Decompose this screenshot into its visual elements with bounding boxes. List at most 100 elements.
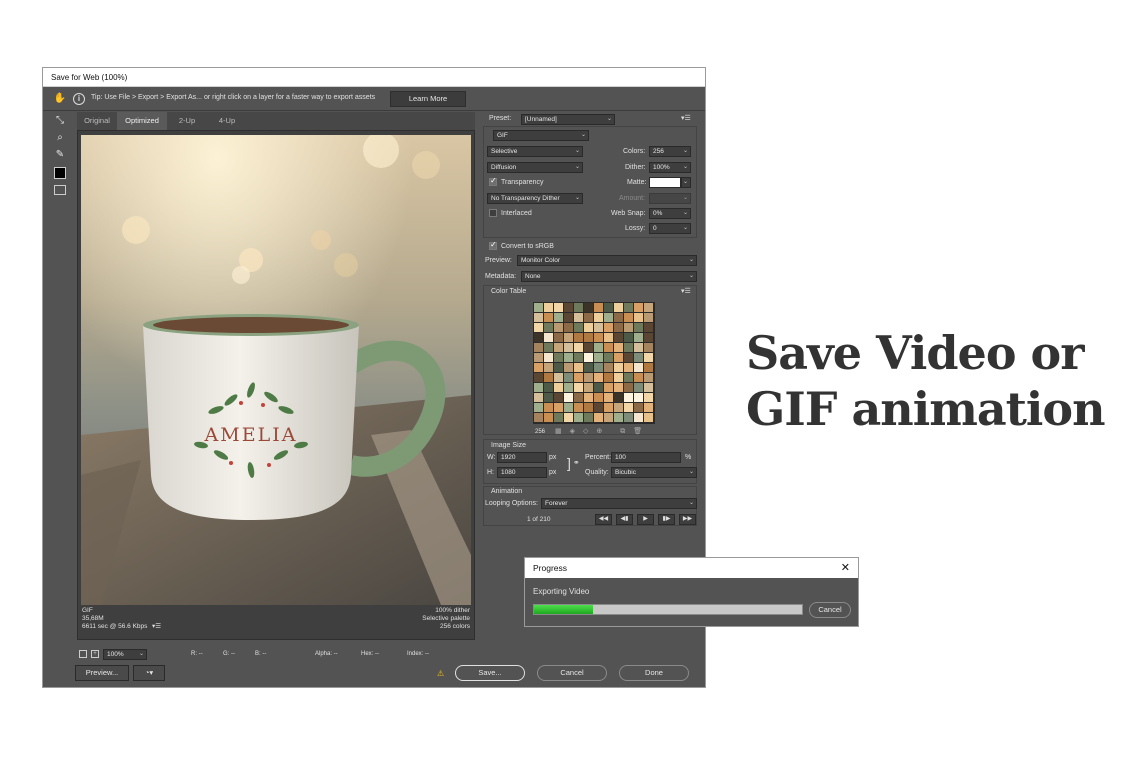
- color-swatch[interactable]: [544, 313, 553, 322]
- preview-button[interactable]: Preview...: [75, 665, 129, 681]
- color-swatch[interactable]: [564, 303, 573, 312]
- color-swatch[interactable]: [574, 313, 583, 322]
- color-swatch[interactable]: [614, 303, 623, 312]
- color-swatch[interactable]: [534, 313, 543, 322]
- color-swatch[interactable]: [614, 363, 623, 372]
- color-swatch[interactable]: [634, 313, 643, 322]
- format-dropdown[interactable]: GIF ⌄: [493, 130, 589, 141]
- zoom-level-dropdown[interactable]: 100% ⌄: [103, 649, 147, 660]
- color-table-menu-icon[interactable]: ▾☰: [681, 287, 691, 295]
- color-swatch[interactable]: [584, 373, 593, 382]
- color-swatch[interactable]: [534, 393, 543, 402]
- color-swatch[interactable]: [614, 403, 623, 412]
- color-swatch[interactable]: [594, 343, 603, 352]
- color-swatch[interactable]: [634, 333, 643, 342]
- color-swatch[interactable]: [644, 383, 653, 392]
- color-swatch[interactable]: [564, 403, 573, 412]
- color-swatch[interactable]: [554, 333, 563, 342]
- color-swatch[interactable]: [594, 323, 603, 332]
- color-swatch[interactable]: [614, 383, 623, 392]
- color-swatch[interactable]: [624, 383, 633, 392]
- last-frame-icon[interactable]: ▶▶: [679, 514, 696, 525]
- percent-field[interactable]: 100: [611, 452, 681, 463]
- color-swatch[interactable]: [594, 413, 603, 422]
- color-swatch[interactable]: [554, 343, 563, 352]
- color-swatch[interactable]: [534, 323, 543, 332]
- color-swatch[interactable]: [614, 393, 623, 402]
- amount-field[interactable]: ⌄: [649, 193, 691, 204]
- color-swatch[interactable]: [554, 413, 563, 422]
- color-swatch[interactable]: [564, 363, 573, 372]
- color-swatch[interactable]: [534, 413, 543, 422]
- color-swatch[interactable]: [534, 363, 543, 372]
- color-swatch[interactable]: [574, 413, 583, 422]
- preset-menu-icon[interactable]: ▾☰: [681, 114, 691, 122]
- lossy-field[interactable]: 0 ⌄: [649, 223, 691, 234]
- color-swatch[interactable]: [554, 383, 563, 392]
- preview-color-dropdown[interactable]: Monitor Color ⌄: [517, 255, 697, 266]
- progress-cancel-button[interactable]: Cancel: [809, 602, 851, 618]
- color-swatch[interactable]: [564, 333, 573, 342]
- color-swatch[interactable]: [574, 343, 583, 352]
- color-swatch[interactable]: [574, 363, 583, 372]
- color-swatch[interactable]: [594, 313, 603, 322]
- eyedropper-tool-icon[interactable]: ✎: [53, 148, 67, 162]
- done-button[interactable]: Done: [619, 665, 689, 681]
- constrain-proportions-link-icon[interactable]: ]: [567, 455, 571, 471]
- tab-optimized[interactable]: Optimized: [117, 112, 167, 130]
- color-swatch[interactable]: [534, 343, 543, 352]
- color-swatch[interactable]: [554, 403, 563, 412]
- color-swatch[interactable]: [574, 353, 583, 362]
- color-swatch[interactable]: [544, 343, 553, 352]
- color-swatch[interactable]: [634, 353, 643, 362]
- color-swatch[interactable]: [644, 403, 653, 412]
- color-swatch[interactable]: [584, 383, 593, 392]
- color-swatch[interactable]: [594, 353, 603, 362]
- color-swatch[interactable]: [604, 363, 613, 372]
- color-swatch[interactable]: [534, 373, 543, 382]
- color-swatch[interactable]: [624, 363, 633, 372]
- tab-2-up[interactable]: 2-Up: [167, 112, 207, 130]
- color-swatch[interactable]: [604, 383, 613, 392]
- learn-more-button[interactable]: Learn More: [390, 91, 466, 107]
- color-swatch[interactable]: [584, 413, 593, 422]
- color-swatch[interactable]: [584, 323, 593, 332]
- tab-original[interactable]: Original: [77, 112, 117, 130]
- color-swatch[interactable]: [544, 303, 553, 312]
- color-swatch[interactable]: [584, 313, 593, 322]
- zoom-tool-icon[interactable]: ⌕: [53, 131, 67, 145]
- color-swatch[interactable]: [594, 403, 603, 412]
- interlaced-checkbox[interactable]: [489, 209, 497, 217]
- color-swatch[interactable]: [644, 333, 653, 342]
- color-swatch[interactable]: [604, 413, 613, 422]
- color-swatch[interactable]: [584, 403, 593, 412]
- matte-color-swatch[interactable]: [649, 177, 681, 188]
- color-swatch[interactable]: [564, 353, 573, 362]
- color-swatch[interactable]: [644, 313, 653, 322]
- color-swatch[interactable]: [644, 393, 653, 402]
- color-swatch[interactable]: [604, 303, 613, 312]
- color-swatch[interactable]: [634, 373, 643, 382]
- color-swatch[interactable]: [544, 353, 553, 362]
- preview-canvas[interactable]: AMELIA GIF 35,68M 6611 sec @ 56.6 Kbps ▾…: [77, 130, 475, 640]
- color-swatch[interactable]: [614, 343, 623, 352]
- play-icon[interactable]: ▶: [637, 514, 654, 525]
- color-swatch[interactable]: [544, 373, 553, 382]
- color-swatch[interactable]: [574, 373, 583, 382]
- transparency-dither-dropdown[interactable]: No Transparency Dither ⌄: [487, 193, 583, 204]
- color-swatch[interactable]: [624, 373, 633, 382]
- color-swatch[interactable]: [534, 303, 543, 312]
- tab-4-up[interactable]: 4-Up: [207, 112, 247, 130]
- color-swatch[interactable]: [644, 323, 653, 332]
- color-swatch[interactable]: [544, 333, 553, 342]
- color-table-tool-icons[interactable]: ▦◈◇⊕ ⧉🗑: [555, 427, 650, 436]
- color-swatch[interactable]: [614, 353, 623, 362]
- color-swatch[interactable]: [564, 343, 573, 352]
- zoom-in-icon[interactable]: +: [91, 650, 99, 658]
- color-swatch[interactable]: [554, 323, 563, 332]
- width-field[interactable]: 1920: [497, 452, 547, 463]
- color-swatch[interactable]: [614, 333, 623, 342]
- color-swatch[interactable]: [544, 323, 553, 332]
- color-swatch[interactable]: [534, 383, 543, 392]
- color-swatch[interactable]: [624, 303, 633, 312]
